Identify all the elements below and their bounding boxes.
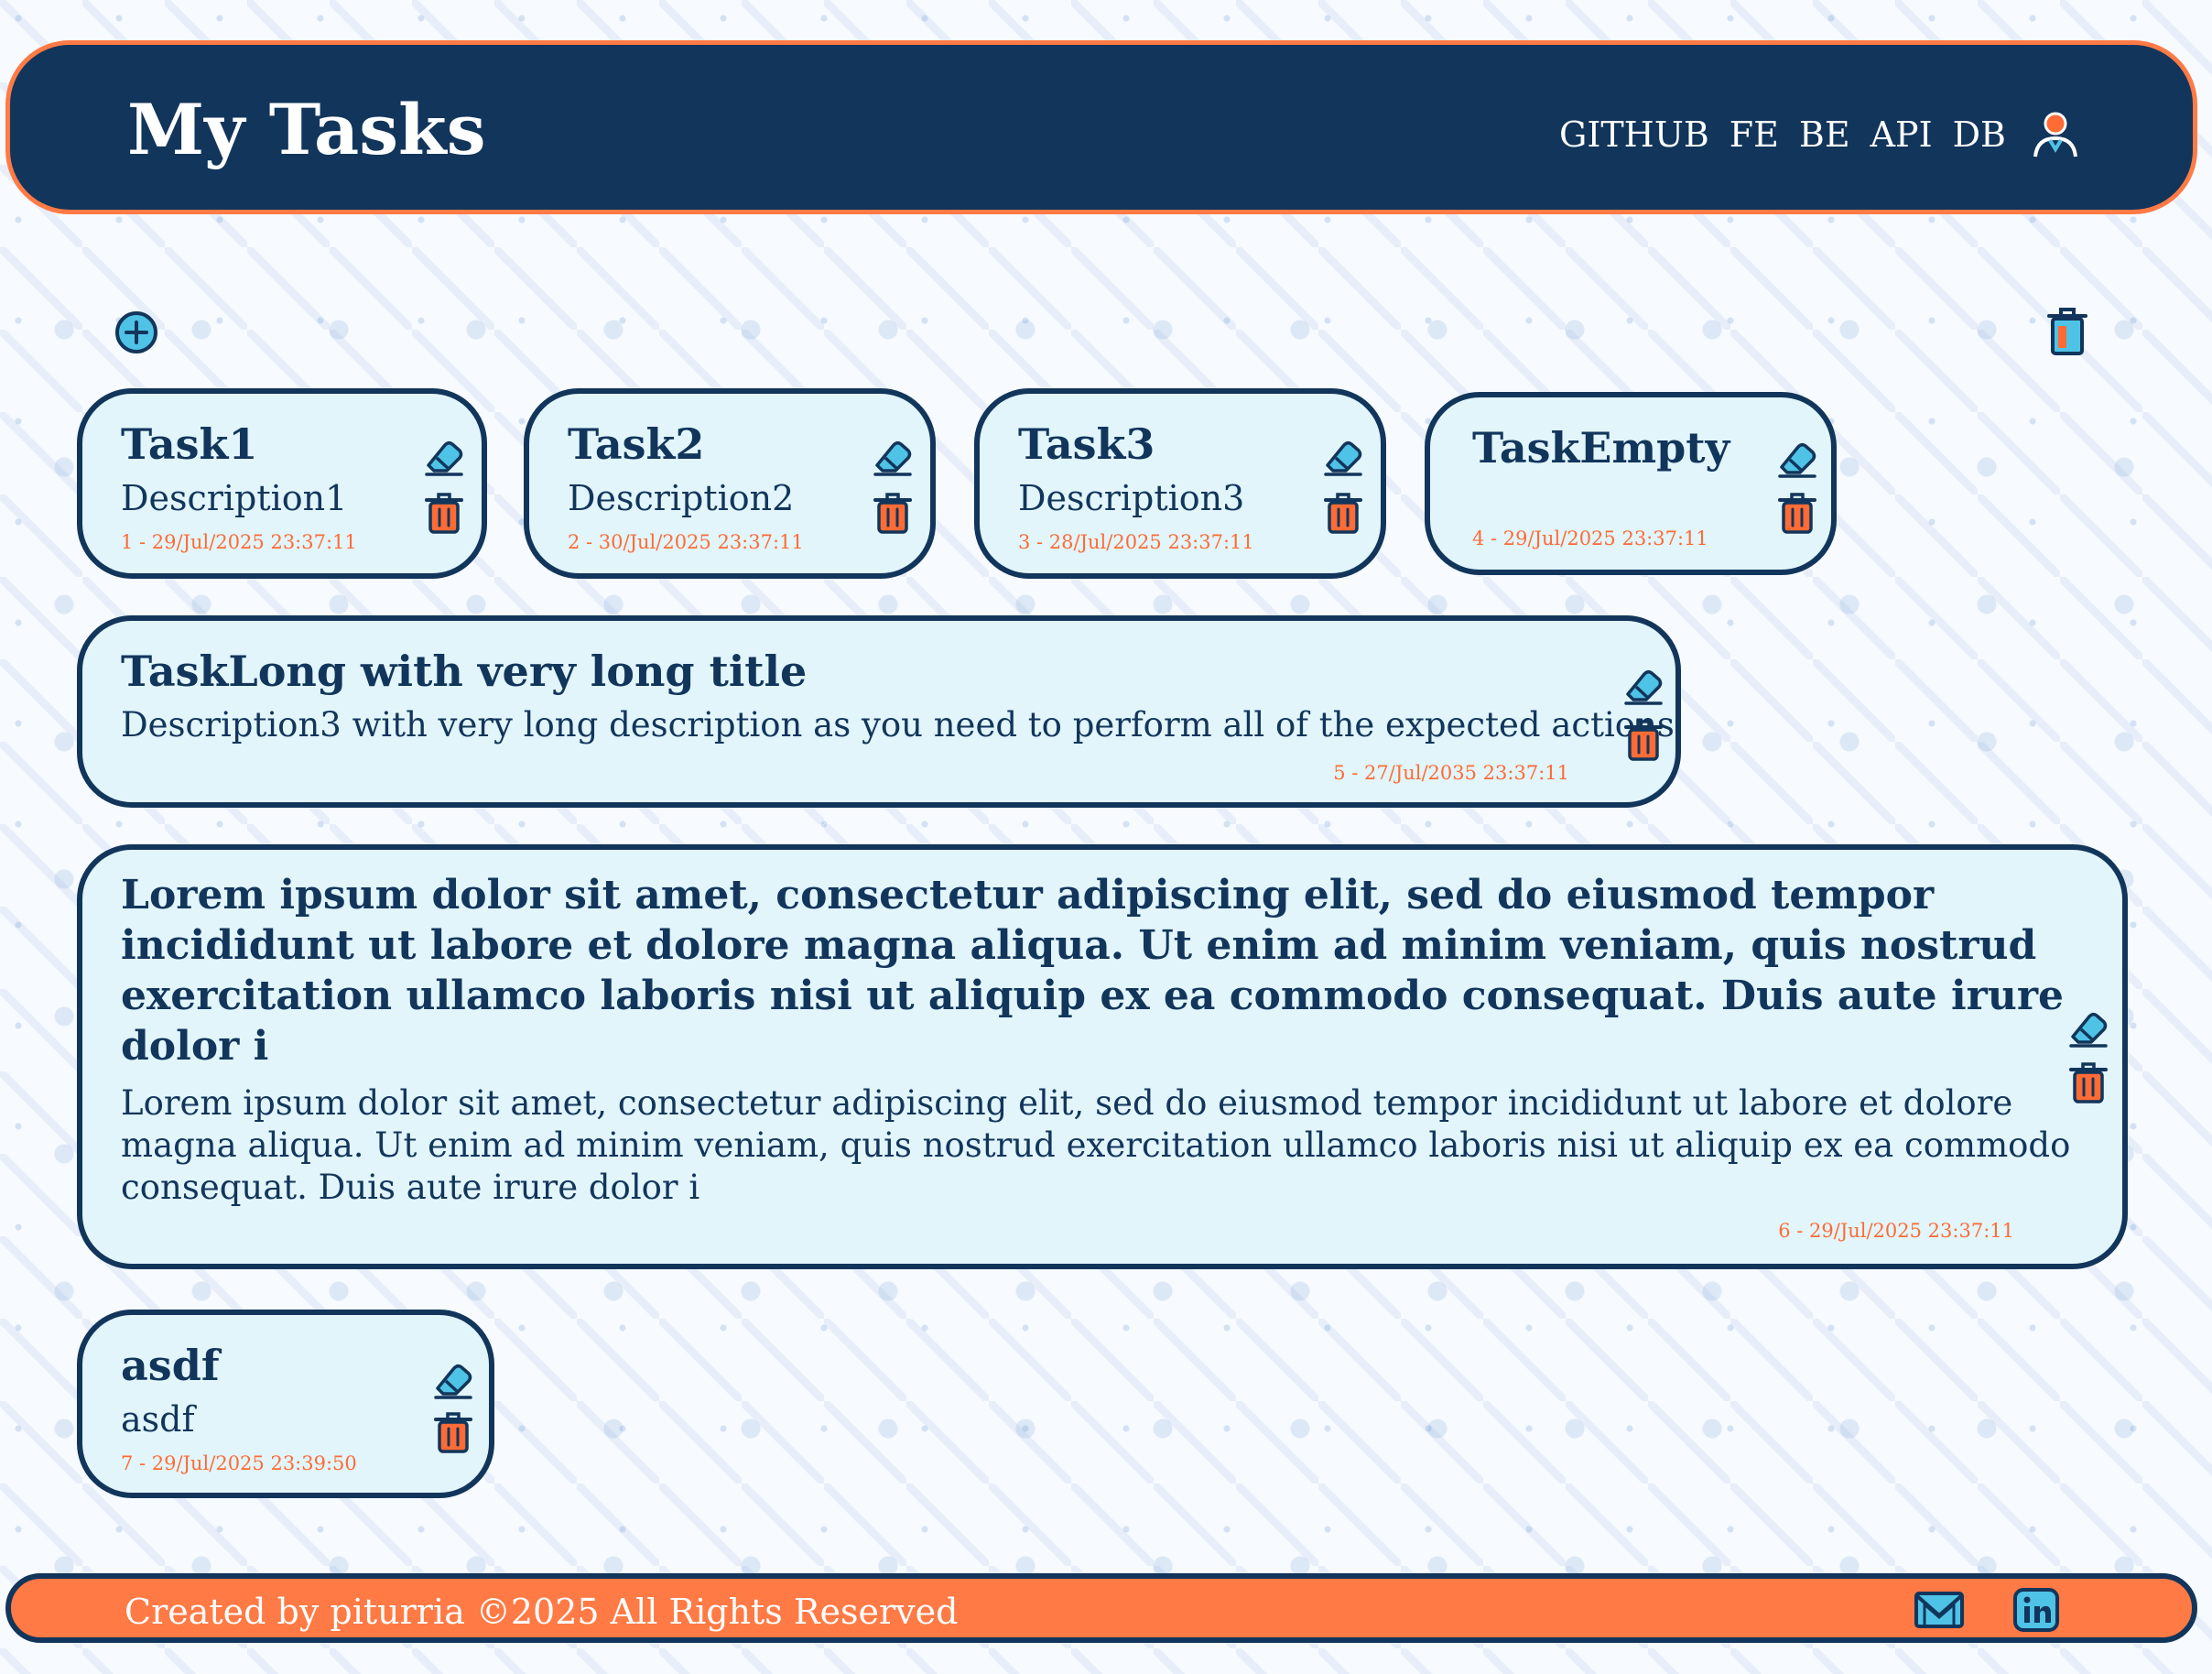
task-meta: 6 - 29/Jul/2025 23:37:11 xyxy=(1778,1220,2014,1242)
task-title: Task3 xyxy=(1018,419,1155,469)
task-card[interactable]: Task2 Description2 2 - 30/Jul/2025 23:37… xyxy=(524,388,936,579)
trash-icon[interactable] xyxy=(430,1408,476,1454)
user-avatar-icon[interactable] xyxy=(2028,107,2083,162)
trash-icon[interactable] xyxy=(1774,489,1820,535)
footer-copyright: Created by piturria ©2025 All Rights Res… xyxy=(125,1592,959,1632)
trash-icon[interactable] xyxy=(1320,489,1366,535)
task-meta: 7 - 29/Jul/2025 23:39:50 xyxy=(121,1452,357,1474)
nav-link-api[interactable]: API xyxy=(1870,114,1933,155)
plus-circle-icon xyxy=(115,311,157,353)
task-title: Task2 xyxy=(568,419,705,469)
linkedin-icon[interactable] xyxy=(2012,1588,2060,1632)
task-meta: 3 - 28/Jul/2025 23:37:11 xyxy=(1018,531,1254,553)
task-meta: 1 - 29/Jul/2025 23:37:11 xyxy=(121,531,357,553)
nav-link-fe[interactable]: FE xyxy=(1729,114,1779,155)
task-description: Description3 xyxy=(1018,478,1245,518)
eraser-icon[interactable] xyxy=(1774,434,1820,480)
task-title: asdf xyxy=(121,1341,220,1390)
task-meta: 2 - 30/Jul/2025 23:37:11 xyxy=(568,531,804,553)
nav-link-be[interactable]: BE xyxy=(1799,114,1850,155)
nav-link-github[interactable]: GITHUB xyxy=(1559,114,1709,155)
task-title: Task1 xyxy=(121,419,258,469)
nav-link-db[interactable]: DB xyxy=(1953,114,2006,155)
task-meta: 4 - 29/Jul/2025 23:37:11 xyxy=(1472,527,1708,549)
task-card[interactable]: TaskEmpty 4 - 29/Jul/2025 23:37:11 xyxy=(1425,392,1837,575)
eraser-icon[interactable] xyxy=(421,432,467,478)
task-description: Description2 xyxy=(568,478,795,518)
mail-icon[interactable] xyxy=(1914,1588,1965,1632)
task-title: TaskEmpty xyxy=(1472,423,1730,473)
task-meta: 5 - 27/Jul/2035 23:37:11 xyxy=(1333,762,1569,784)
task-card[interactable]: asdf asdf 7 - 29/Jul/2025 23:39:50 xyxy=(77,1310,494,1498)
eraser-icon[interactable] xyxy=(1621,661,1666,707)
clear-all-button[interactable] xyxy=(2046,306,2088,357)
task-description: Lorem ipsum dolor sit amet, consectetur … xyxy=(121,1083,2071,1207)
app-title: My Tasks xyxy=(127,89,486,170)
task-description: Description1 xyxy=(121,478,348,518)
trash-icon xyxy=(2047,308,2087,355)
eraser-icon[interactable] xyxy=(430,1355,476,1401)
task-card[interactable]: Task1 Description1 1 - 29/Jul/2025 23:37… xyxy=(77,388,487,579)
task-card[interactable]: TaskLong with very long title Descriptio… xyxy=(77,615,1681,808)
task-title: TaskLong with very long title xyxy=(121,647,808,696)
app-footer: Created by piturria ©2025 All Rights Res… xyxy=(5,1573,2197,1643)
task-title: Lorem ipsum dolor sit amet, consectetur … xyxy=(121,872,2065,1070)
top-nav: GITHUB FE BE API DB xyxy=(1539,107,2083,162)
trash-icon[interactable] xyxy=(1621,716,1666,762)
app-header: My Tasks GITHUB FE BE API DB xyxy=(5,40,2197,214)
task-description: asdf xyxy=(121,1399,195,1440)
task-card[interactable]: Lorem ipsum dolor sit amet, consectetur … xyxy=(77,844,2128,1269)
trash-icon[interactable] xyxy=(2066,1059,2111,1104)
eraser-icon[interactable] xyxy=(870,432,916,478)
trash-icon[interactable] xyxy=(870,489,916,535)
task-description: Description3 with very long description … xyxy=(121,705,1675,745)
add-task-button[interactable] xyxy=(114,310,159,355)
task-card[interactable]: Task3 Description3 3 - 28/Jul/2025 23:37… xyxy=(974,388,1386,579)
trash-icon[interactable] xyxy=(421,489,467,535)
eraser-icon[interactable] xyxy=(1320,432,1366,478)
eraser-icon[interactable] xyxy=(2066,1004,2111,1049)
